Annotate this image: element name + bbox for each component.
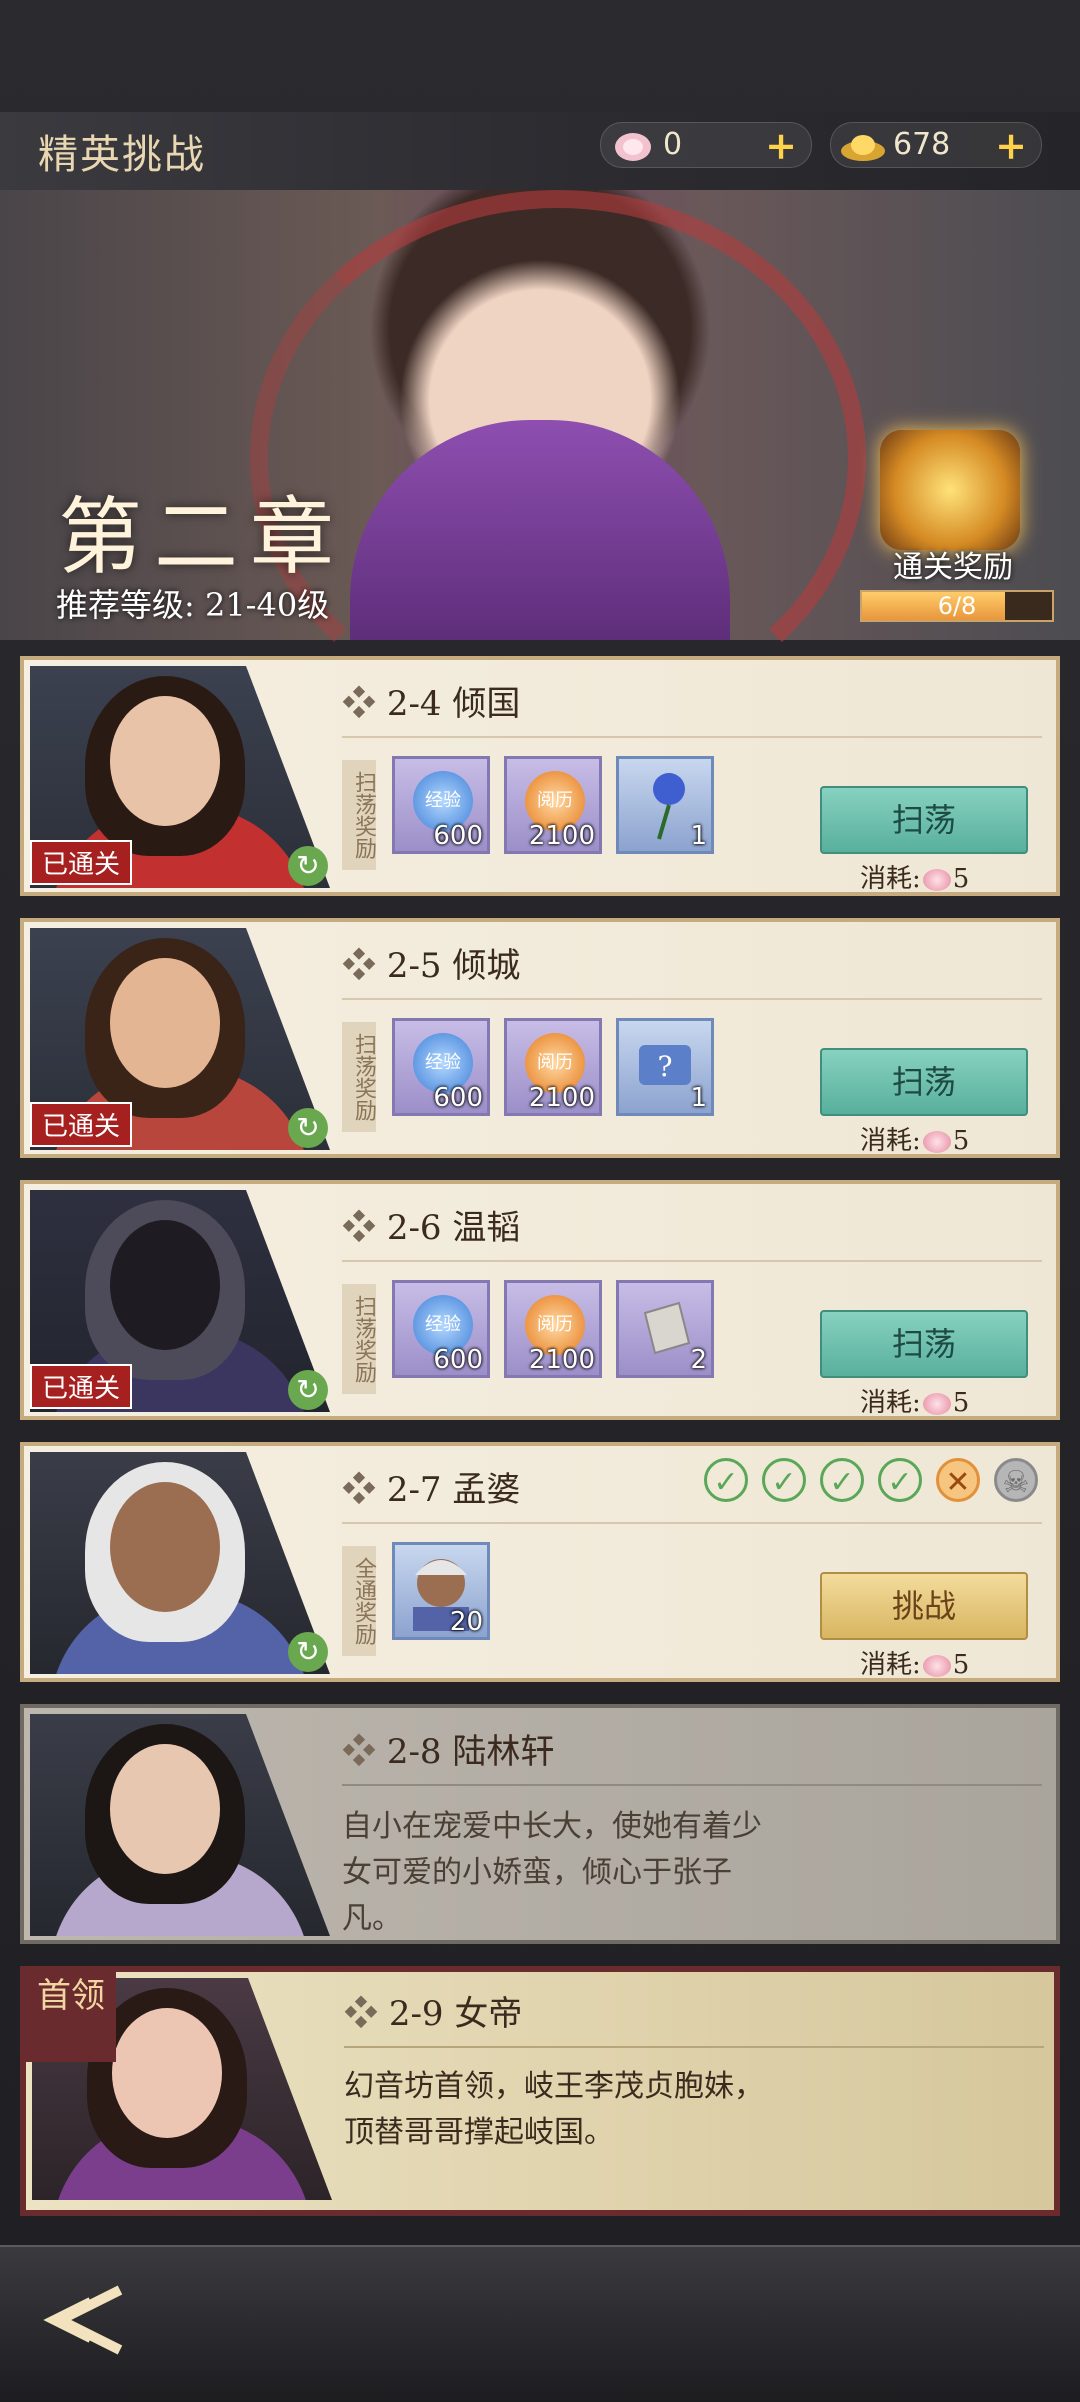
- check-icon: ✓: [820, 1458, 864, 1502]
- stage-description: 幻音坊首领，岐王李茂贞胞妹，顶替哥哥撑起岐国。: [344, 2069, 764, 2150]
- reward-item-map[interactable]: ? 1: [616, 1018, 714, 1116]
- divider: [342, 1784, 1042, 1786]
- reward-progress-bar: 6/8: [860, 590, 1054, 622]
- refresh-icon: ↻: [288, 846, 328, 886]
- cleared-badge: 已通关: [30, 840, 133, 885]
- cost-label: 消耗: 5: [860, 1388, 970, 1418]
- gold-count: 678: [893, 127, 951, 162]
- svg-text:?: ?: [657, 1050, 672, 1083]
- stage-portrait: [30, 1714, 330, 1936]
- divider: [342, 1260, 1042, 1262]
- stage-title: ❖ 2-7 孟婆: [342, 1470, 521, 1510]
- stage-card-2-8[interactable]: ❖ 2-8 陆林轩 自小在宠爱中长大，使她有着少女可爱的小娇蛮，倾心于张子凡。: [20, 1704, 1060, 1944]
- refresh-icon: ↻: [288, 1370, 328, 1410]
- reward-item-exp[interactable]: 经验 600: [392, 1018, 490, 1116]
- stage-card-2-5[interactable]: 已通关 ↻ ❖ 2-5 倾城 扫荡奖励 经验 600 阅历 2100 ? 1 扫荡 …: [20, 918, 1060, 1158]
- peach-resource: 0 +: [600, 122, 812, 168]
- reward-item-exp[interactable]: 经验 600: [392, 756, 490, 854]
- challenge-button[interactable]: 挑战: [820, 1572, 1028, 1640]
- sweep-button[interactable]: 扫荡: [820, 1310, 1028, 1378]
- cost-label: 消耗: 5: [860, 1126, 970, 1156]
- divider: [344, 2046, 1044, 2048]
- refresh-icon: ↻: [288, 1108, 328, 1148]
- full-clear-reward-label: 全通奖励: [342, 1546, 376, 1656]
- reward-item-yueli[interactable]: 阅历 2100: [504, 756, 602, 854]
- gold-resource: 678 +: [830, 122, 1042, 168]
- peach-count: 0: [663, 127, 683, 162]
- add-gold-button[interactable]: +: [995, 123, 1027, 168]
- stage-portrait: [30, 1452, 330, 1674]
- divider: [342, 998, 1042, 1000]
- chapter-title: 第二章: [58, 488, 347, 586]
- recommend-level: 推荐等级: 21-40级: [56, 586, 330, 624]
- stage-title: ❖ 2-8 陆林轩: [342, 1732, 555, 1772]
- sweep-reward-label: 扫荡奖励: [342, 760, 376, 870]
- treasure-chest-icon[interactable]: [880, 430, 1020, 550]
- stage-title: ❖ 2-4 倾国: [342, 684, 521, 724]
- clear-reward-label: 通关奖励: [893, 550, 1013, 585]
- stage-description: 自小在宠爱中长大，使她有着少女可爱的小娇蛮，倾心于张子凡。: [342, 1809, 762, 1936]
- reward-item-rose[interactable]: 1: [616, 756, 714, 854]
- page-title: 精英挑战: [38, 132, 206, 178]
- reward-item-yueli[interactable]: 阅历 2100: [504, 1280, 602, 1378]
- sword-icon: ✕: [936, 1458, 980, 1502]
- divider: [342, 1522, 1042, 1524]
- cost-label: 消耗: 5: [860, 864, 970, 894]
- peach-icon: [609, 125, 657, 165]
- stage-title: ❖ 2-9 女帝: [344, 1994, 523, 2034]
- sweep-button[interactable]: 扫荡: [820, 786, 1028, 854]
- check-icon: ✓: [878, 1458, 922, 1502]
- peach-icon: [922, 1655, 951, 1677]
- stage-card-2-7[interactable]: ↻ ❖ 2-7 孟婆 ✓ ✓ ✓ ✓ ✕ ☠ 全通奖励 20 挑战 消耗: 5: [20, 1442, 1060, 1682]
- reward-item-portrait-shard[interactable]: 20: [392, 1542, 490, 1640]
- peach-icon: [922, 1393, 951, 1415]
- reward-progress-text: 6/8: [937, 592, 977, 620]
- skull-icon: ☠: [994, 1458, 1038, 1502]
- reward-item-exp[interactable]: 经验 600: [392, 1280, 490, 1378]
- divider: [342, 736, 1042, 738]
- back-arrow-icon[interactable]: [20, 2270, 140, 2370]
- stage-title: ❖ 2-5 倾城: [342, 946, 521, 986]
- refresh-icon: ↻: [288, 1632, 328, 1672]
- add-peach-button[interactable]: +: [765, 123, 797, 168]
- sweep-reward-label: 扫荡奖励: [342, 1022, 376, 1132]
- check-icon: ✓: [762, 1458, 806, 1502]
- cleared-badge: 已通关: [30, 1364, 133, 1409]
- sweep-button[interactable]: 扫荡: [820, 1048, 1028, 1116]
- cleared-badge: 已通关: [30, 1102, 133, 1147]
- peach-icon: [922, 869, 951, 891]
- stage-card-2-9[interactable]: 首领 ❖ 2-9 女帝 幻音坊首领，岐王李茂贞胞妹，顶替哥哥撑起岐国。: [20, 1966, 1060, 2216]
- stage-title: ❖ 2-6 温韬: [342, 1208, 521, 1248]
- stage-card-2-6[interactable]: 已通关 ↻ ❖ 2-6 温韬 扫荡奖励 经验 600 阅历 2100 2 扫荡 消耗…: [20, 1180, 1060, 1420]
- boss-tag: 首领: [26, 1972, 116, 2062]
- stage-card-2-4[interactable]: 已通关 ↻ ❖ 2-4 倾国 扫荡奖励 经验 600 阅历 2100 1 扫荡 消耗…: [20, 656, 1060, 896]
- peach-icon: [922, 1131, 951, 1153]
- reward-item-yueli[interactable]: 阅历 2100: [504, 1018, 602, 1116]
- gold-ingot-icon: [839, 125, 887, 165]
- check-icon: ✓: [704, 1458, 748, 1502]
- sweep-reward-label: 扫荡奖励: [342, 1284, 376, 1394]
- reward-item-ore[interactable]: 2: [616, 1280, 714, 1378]
- cost-label: 消耗: 5: [860, 1650, 970, 1680]
- bottom-bar: [0, 2245, 1080, 2402]
